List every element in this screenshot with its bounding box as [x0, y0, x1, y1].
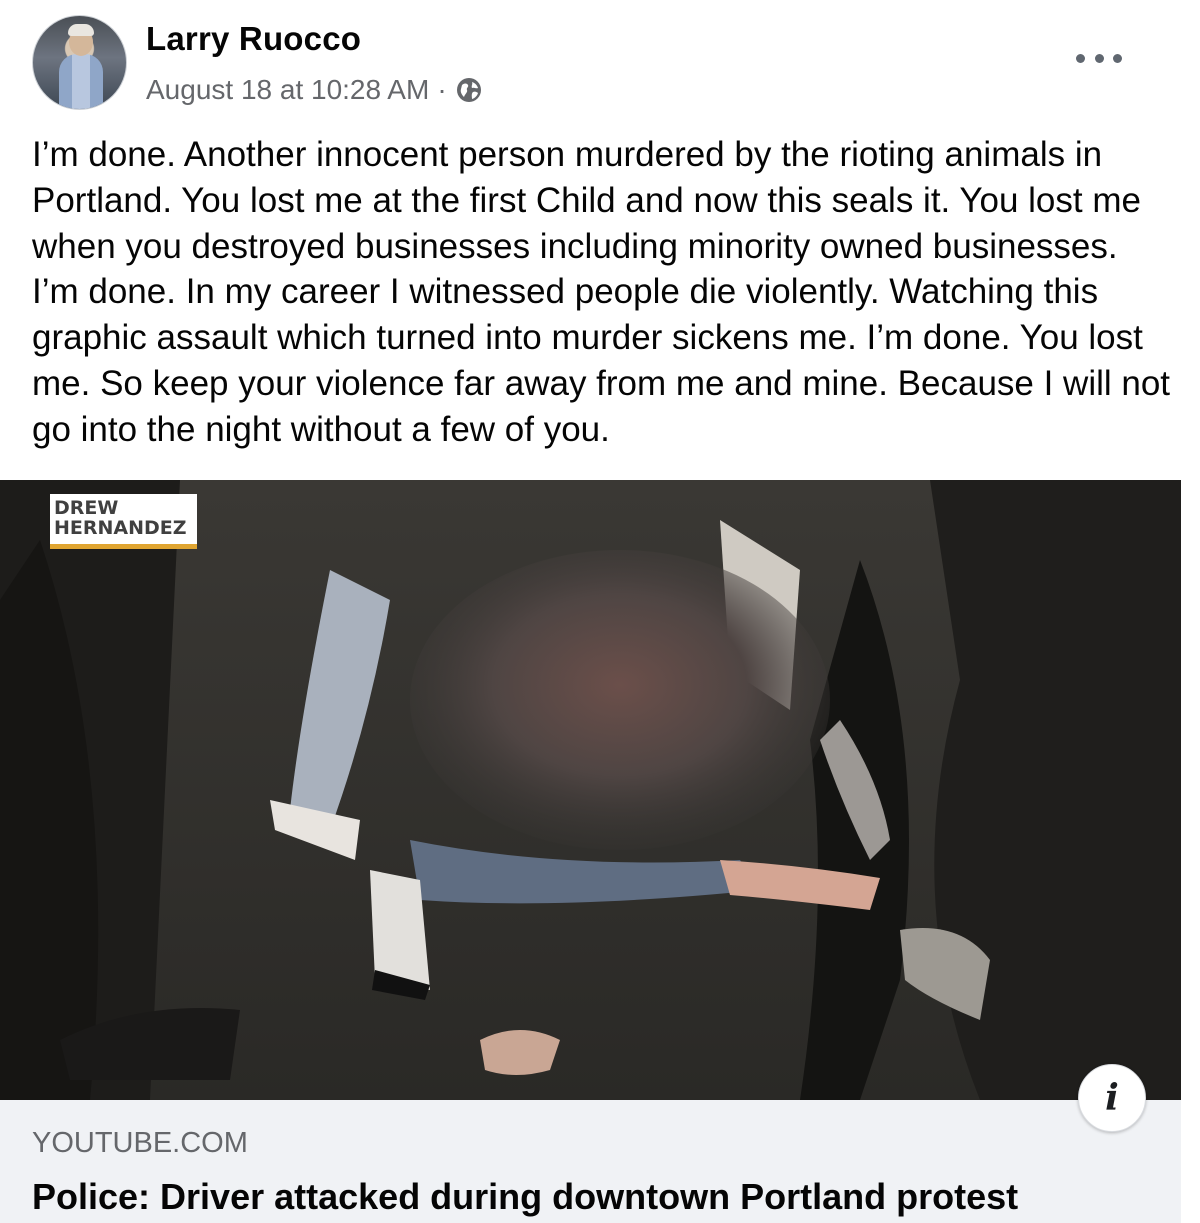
- more-dot: [1094, 53, 1104, 63]
- video-thumbnail[interactable]: DREW HERNANDEZ: [0, 480, 1181, 1100]
- right-gutter: [1181, 480, 1200, 1223]
- more-dot: [1076, 53, 1085, 63]
- post-header: Larry Ruocco August 18 at 10:28 AM ·: [0, 0, 1200, 120]
- info-icon[interactable]: i: [1078, 1064, 1146, 1132]
- link-title[interactable]: Police: Driver attacked during downtown …: [32, 1176, 1018, 1218]
- thumbnail-scene: [0, 480, 1181, 1100]
- author-name[interactable]: Larry Ruocco: [146, 20, 361, 58]
- link-domain: YOUTUBE.COM: [32, 1127, 248, 1159]
- post-meta: August 18 at 10:28 AM ·: [146, 74, 483, 106]
- more-dot: [1113, 53, 1122, 63]
- watermark-line-2: HERNANDEZ: [54, 517, 187, 539]
- avatar-figure-hair: [68, 24, 94, 36]
- facebook-post: Larry Ruocco August 18 at 10:28 AM · I’m…: [0, 0, 1200, 1223]
- globe-icon[interactable]: [455, 76, 483, 104]
- post-body-text: I’m done. Another innocent person murder…: [32, 135, 1171, 449]
- link-preview-card[interactable]: YOUTUBE.COM Police: Driver attacked duri…: [0, 1100, 1181, 1223]
- more-options-icon[interactable]: [1076, 44, 1122, 72]
- meta-separator: ·: [437, 74, 447, 105]
- channel-watermark: DREW HERNANDEZ: [50, 494, 197, 549]
- post-timestamp[interactable]: August 18 at 10:28 AM: [146, 74, 429, 106]
- avatar-figure-shirt: [59, 54, 103, 109]
- watermark-line-1: DREW: [54, 497, 119, 519]
- info-icon-glyph: i: [1105, 1077, 1119, 1119]
- author-avatar[interactable]: [32, 15, 127, 110]
